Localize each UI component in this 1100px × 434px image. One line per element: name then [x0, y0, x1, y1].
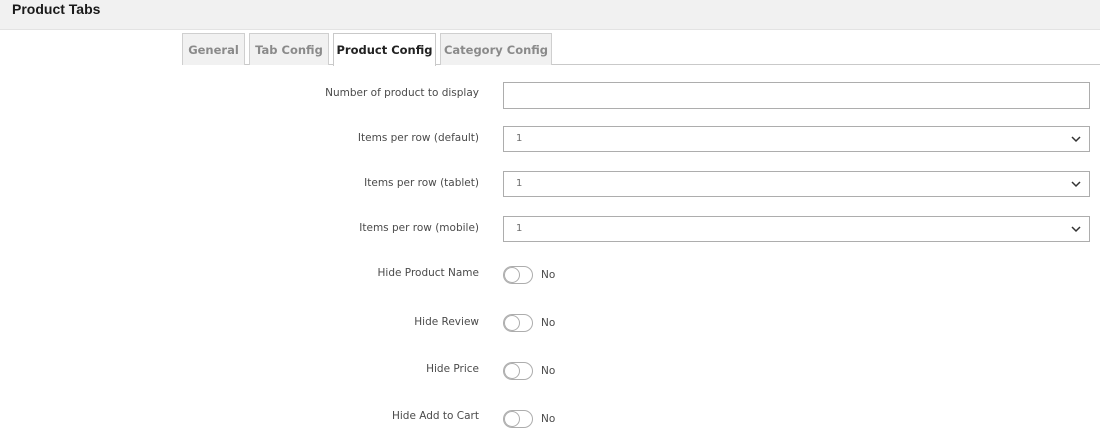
- header-bar: Product Tabs: [0, 0, 1100, 30]
- tab-general[interactable]: General: [182, 33, 245, 65]
- select-value: 1: [516, 223, 523, 234]
- toggle-state-text: No: [541, 317, 556, 329]
- toggle-state-text: No: [541, 413, 556, 425]
- tab-tab-config[interactable]: Tab Config: [249, 33, 329, 65]
- chevron-down-icon: [1071, 136, 1081, 143]
- hide-product-name-toggle[interactable]: [503, 266, 533, 284]
- number-of-products-input[interactable]: [503, 82, 1090, 109]
- chevron-down-icon: [1071, 181, 1081, 188]
- select-value: 1: [516, 178, 523, 189]
- field-label: Hide Price: [426, 363, 479, 375]
- items-per-row-mobile-select[interactable]: 1: [503, 216, 1090, 242]
- toggle-knob: [504, 315, 520, 331]
- field-label: Number of product to display: [325, 87, 479, 99]
- select-value: 1: [516, 133, 523, 144]
- field-label: Hide Review: [414, 316, 479, 328]
- field-label: Items per row (default): [357, 132, 479, 144]
- chevron-down-icon: [1071, 226, 1081, 233]
- toggle-knob: [504, 411, 520, 427]
- items-per-row-tablet-select[interactable]: 1: [503, 171, 1090, 197]
- field-label: Items per row (tablet): [364, 177, 479, 189]
- field-label: Hide Add to Cart: [391, 410, 479, 422]
- hide-price-toggle[interactable]: [503, 362, 533, 380]
- page-title: Product Tabs: [12, 1, 101, 17]
- items-per-row-default-select[interactable]: 1: [503, 126, 1090, 152]
- toggle-knob: [504, 267, 520, 283]
- field-label: Items per row (mobile): [359, 222, 479, 234]
- tab-product-config[interactable]: Product Config: [333, 33, 436, 66]
- toggle-state-text: No: [541, 365, 556, 377]
- tab-category-config[interactable]: Category Config: [440, 33, 552, 65]
- toggle-knob: [504, 363, 520, 379]
- hide-add-to-cart-toggle[interactable]: [503, 410, 533, 428]
- toggle-state-text: No: [541, 269, 556, 281]
- hide-review-toggle[interactable]: [503, 314, 533, 332]
- field-label: Hide Product Name: [377, 267, 479, 279]
